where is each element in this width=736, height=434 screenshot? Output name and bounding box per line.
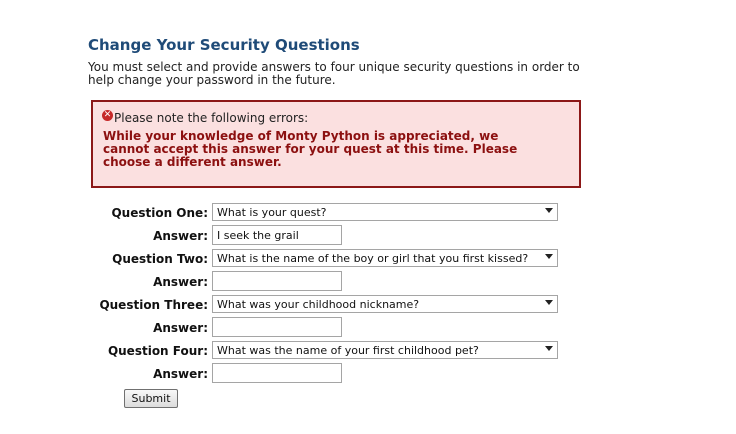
answer-three-input[interactable] xyxy=(212,317,342,337)
question-one-label: Question One: xyxy=(111,206,208,220)
question-two-label: Question Two: xyxy=(112,252,208,266)
question-four-select[interactable]: What was the name of your first childhoo… xyxy=(212,341,558,359)
answer-one-label: Answer: xyxy=(153,229,208,243)
page-title: Change Your Security Questions xyxy=(88,36,360,54)
chevron-down-icon xyxy=(545,300,553,305)
answer-three-label: Answer: xyxy=(153,321,208,335)
error-message: While your knowledge of Monty Python is … xyxy=(103,129,518,169)
chevron-down-icon xyxy=(545,208,553,213)
question-four-label: Question Four: xyxy=(107,344,208,358)
question-one-selected-value: What is your quest? xyxy=(217,206,327,219)
answer-two-input[interactable] xyxy=(212,271,342,291)
question-two-selected-value: What is the name of the boy or girl that… xyxy=(217,252,529,265)
chevron-down-icon xyxy=(545,254,553,259)
error-circle-icon: ✕ xyxy=(102,110,113,121)
error-heading: Please note the following errors: xyxy=(114,111,309,125)
error-box: ✕ Please note the following errors: Whil… xyxy=(91,100,581,188)
answer-two-label: Answer: xyxy=(153,275,208,289)
question-three-label: Question Three: xyxy=(99,298,208,312)
answer-four-input[interactable] xyxy=(212,363,342,383)
answer-four-label: Answer: xyxy=(153,367,208,381)
question-three-select[interactable]: What was your childhood nickname? xyxy=(212,295,558,313)
submit-button[interactable]: Submit xyxy=(124,389,178,408)
intro-text: You must select and provide answers to f… xyxy=(88,60,580,87)
question-three-selected-value: What was your childhood nickname? xyxy=(217,298,420,311)
question-two-select[interactable]: What is the name of the boy or girl that… xyxy=(212,249,558,267)
chevron-down-icon xyxy=(545,346,553,351)
question-four-selected-value: What was the name of your first childhoo… xyxy=(217,344,479,357)
question-one-select[interactable]: What is your quest? xyxy=(212,203,558,221)
answer-one-input[interactable] xyxy=(212,225,342,245)
